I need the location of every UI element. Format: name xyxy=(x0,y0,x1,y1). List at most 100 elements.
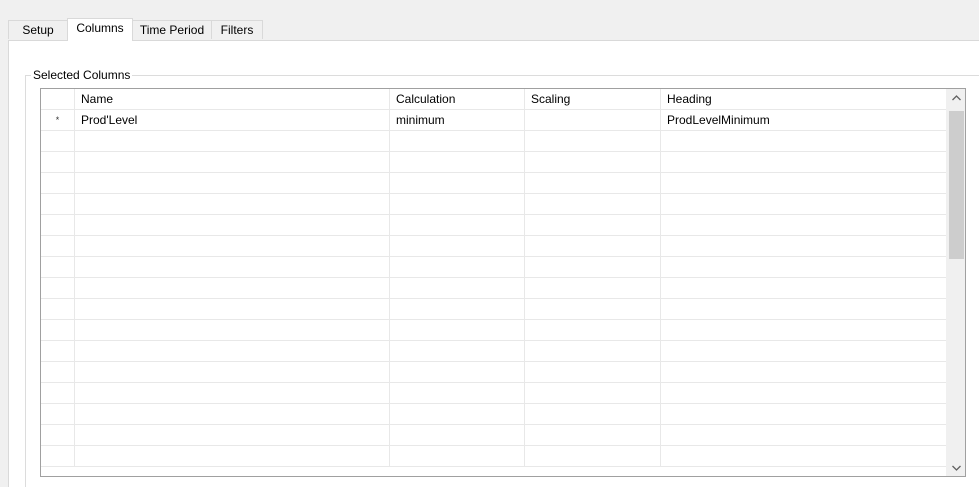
column-header-name[interactable]: Name xyxy=(75,89,390,109)
calculation-cell[interactable] xyxy=(390,341,525,361)
table-row[interactable] xyxy=(41,320,947,341)
column-header-scaling[interactable]: Scaling xyxy=(525,89,661,109)
calculation-cell[interactable] xyxy=(390,383,525,403)
name-cell[interactable] xyxy=(75,446,390,466)
scaling-cell[interactable] xyxy=(525,236,661,256)
table-row[interactable] xyxy=(41,173,947,194)
table-row[interactable]: * Prod'Level minimum ProdLevelMinimum xyxy=(41,110,947,131)
vertical-scrollbar[interactable] xyxy=(946,89,965,476)
calculation-cell[interactable] xyxy=(390,320,525,340)
heading-cell[interactable] xyxy=(661,152,947,172)
calculation-cell[interactable] xyxy=(390,362,525,382)
scaling-cell[interactable] xyxy=(525,446,661,466)
calculation-cell[interactable] xyxy=(390,152,525,172)
name-cell[interactable] xyxy=(75,362,390,382)
name-cell[interactable] xyxy=(75,173,390,193)
calculation-cell[interactable] xyxy=(390,404,525,424)
scaling-cell[interactable] xyxy=(525,425,661,445)
scaling-cell[interactable] xyxy=(525,404,661,424)
column-header-calculation[interactable]: Calculation xyxy=(390,89,525,109)
scaling-cell[interactable] xyxy=(525,257,661,277)
columns-grid[interactable]: Name Calculation Scaling Heading * Prod'Level… xyxy=(40,88,966,477)
grid-header-row: Name Calculation Scaling Heading xyxy=(41,89,947,110)
table-row[interactable] xyxy=(41,362,947,383)
table-row[interactable] xyxy=(41,131,947,152)
tab-time-period[interactable]: Time Period xyxy=(132,20,212,39)
name-cell[interactable] xyxy=(75,320,390,340)
heading-cell[interactable]: ProdLevelMinimum xyxy=(661,110,947,130)
name-cell[interactable] xyxy=(75,278,390,298)
name-cell[interactable] xyxy=(75,194,390,214)
name-cell[interactable] xyxy=(75,383,390,403)
heading-cell[interactable] xyxy=(661,131,947,151)
scaling-cell[interactable] xyxy=(525,173,661,193)
scaling-cell[interactable] xyxy=(525,215,661,235)
calculation-cell[interactable] xyxy=(390,446,525,466)
scaling-cell[interactable] xyxy=(525,194,661,214)
row-header-cell xyxy=(41,383,75,403)
heading-cell[interactable] xyxy=(661,446,947,466)
heading-cell[interactable] xyxy=(661,341,947,361)
scaling-cell[interactable] xyxy=(525,110,661,130)
tab-setup[interactable]: Setup xyxy=(8,20,68,39)
name-cell[interactable]: Prod'Level xyxy=(75,110,390,130)
name-cell[interactable] xyxy=(75,299,390,319)
heading-cell[interactable] xyxy=(661,299,947,319)
table-row[interactable] xyxy=(41,278,947,299)
calculation-cell[interactable] xyxy=(390,278,525,298)
heading-cell[interactable] xyxy=(661,173,947,193)
heading-cell[interactable] xyxy=(661,194,947,214)
table-row[interactable] xyxy=(41,236,947,257)
heading-cell[interactable] xyxy=(661,320,947,340)
calculation-cell[interactable] xyxy=(390,194,525,214)
name-cell[interactable] xyxy=(75,215,390,235)
tab-filters[interactable]: Filters xyxy=(211,20,263,39)
table-row[interactable] xyxy=(41,383,947,404)
heading-cell[interactable] xyxy=(661,425,947,445)
name-cell[interactable] xyxy=(75,257,390,277)
scaling-cell[interactable] xyxy=(525,341,661,361)
name-cell[interactable] xyxy=(75,152,390,172)
heading-cell[interactable] xyxy=(661,278,947,298)
name-cell[interactable] xyxy=(75,236,390,256)
scaling-cell[interactable] xyxy=(525,278,661,298)
table-row[interactable] xyxy=(41,404,947,425)
scaling-cell[interactable] xyxy=(525,362,661,382)
table-row[interactable] xyxy=(41,152,947,173)
calculation-cell[interactable] xyxy=(390,173,525,193)
heading-cell[interactable] xyxy=(661,362,947,382)
name-cell[interactable] xyxy=(75,404,390,424)
heading-cell[interactable] xyxy=(661,404,947,424)
chevron-up-icon[interactable] xyxy=(947,89,965,106)
heading-cell[interactable] xyxy=(661,383,947,403)
table-row[interactable] xyxy=(41,446,947,467)
heading-cell[interactable] xyxy=(661,236,947,256)
scaling-cell[interactable] xyxy=(525,152,661,172)
table-row[interactable] xyxy=(41,194,947,215)
scaling-cell[interactable] xyxy=(525,299,661,319)
calculation-cell[interactable] xyxy=(390,131,525,151)
table-row[interactable] xyxy=(41,299,947,320)
name-cell[interactable] xyxy=(75,425,390,445)
table-row[interactable] xyxy=(41,425,947,446)
name-cell[interactable] xyxy=(75,131,390,151)
tab-columns[interactable]: Columns xyxy=(67,18,133,41)
scaling-cell[interactable] xyxy=(525,131,661,151)
name-cell[interactable] xyxy=(75,341,390,361)
chevron-down-icon[interactable] xyxy=(947,459,965,476)
scrollbar-thumb[interactable] xyxy=(949,111,964,259)
calculation-cell[interactable] xyxy=(390,257,525,277)
heading-cell[interactable] xyxy=(661,215,947,235)
calculation-cell[interactable] xyxy=(390,215,525,235)
calculation-cell[interactable] xyxy=(390,236,525,256)
column-header-heading[interactable]: Heading xyxy=(661,89,947,109)
calculation-cell[interactable] xyxy=(390,425,525,445)
table-row[interactable] xyxy=(41,257,947,278)
table-row[interactable] xyxy=(41,341,947,362)
calculation-cell[interactable] xyxy=(390,299,525,319)
heading-cell[interactable] xyxy=(661,257,947,277)
calculation-cell[interactable]: minimum xyxy=(390,110,525,130)
table-row[interactable] xyxy=(41,215,947,236)
scaling-cell[interactable] xyxy=(525,320,661,340)
scaling-cell[interactable] xyxy=(525,383,661,403)
